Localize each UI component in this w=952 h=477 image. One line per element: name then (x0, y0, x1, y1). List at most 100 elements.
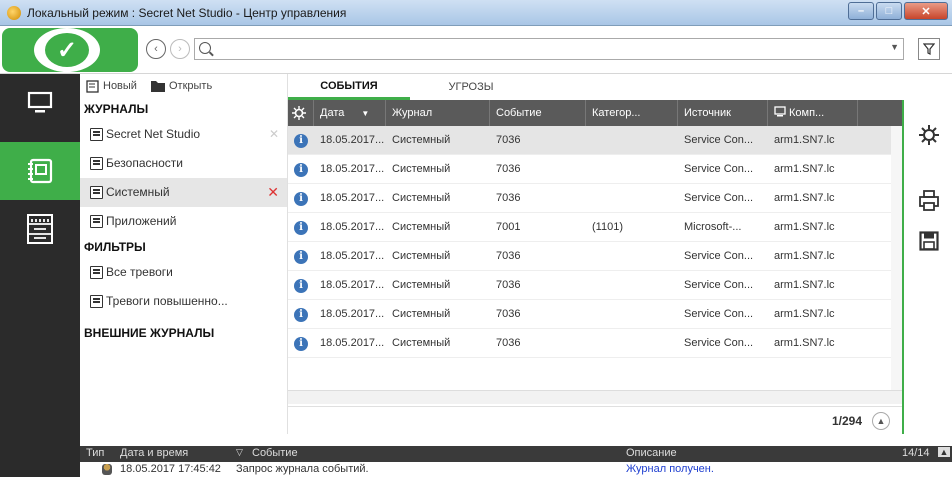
col-description[interactable]: Описание (626, 447, 677, 459)
info-cell: i (288, 329, 314, 358)
table-row[interactable]: i 18.05.2017... Системный 7036 Service Con..… (288, 329, 902, 358)
cell-event: 7036 (496, 279, 521, 291)
log-icon (90, 215, 103, 228)
filter-item-all-alerts[interactable]: Все тревоги (80, 258, 287, 287)
scroll-up-button[interactable]: ▲ (872, 412, 890, 430)
bottom-log-row[interactable]: 18.05.2017 17:45:42 Запрос журнала событ… (80, 462, 952, 477)
journal-item-applications[interactable]: Приложений (80, 207, 287, 236)
table-row[interactable]: i 18.05.2017... Системный 7036 Service Con..… (288, 300, 902, 329)
cell-source: Service Con... (684, 163, 754, 175)
cell-journal: Системный (392, 308, 451, 320)
col-event[interactable]: Событие (252, 447, 298, 459)
nav-journals[interactable] (0, 142, 80, 200)
open-button[interactable]: Открыть (150, 80, 213, 92)
info-icon: i (294, 162, 308, 177)
filter-button[interactable] (918, 38, 940, 60)
gear-icon (292, 106, 306, 120)
new-journal-icon (86, 79, 99, 93)
print-button[interactable] (916, 188, 942, 214)
cell-source: Service Con... (684, 192, 754, 204)
maximize-button[interactable]: □ (876, 2, 902, 20)
scroll-up-button[interactable]: ▲ (938, 447, 950, 457)
journals-header: ЖУРНАЛЫ (84, 102, 149, 116)
close-icon[interactable]: ✕ (269, 120, 279, 149)
filter-icon[interactable]: ▽ (236, 447, 243, 458)
info-icon: i (294, 336, 308, 351)
info-icon: i (294, 191, 308, 206)
toolbar: ✓ ‹ › ▼ (0, 26, 952, 74)
col-datetime[interactable]: Дата и время (120, 447, 188, 459)
save-button[interactable] (916, 228, 942, 254)
filter-item-high-alerts[interactable]: Тревоги повышенно... (80, 287, 287, 316)
tab-events[interactable]: СОБЫТИЯ (288, 74, 410, 100)
back-button[interactable]: ‹ (146, 39, 166, 59)
journal-item-system[interactable]: Системный ✕ (80, 178, 287, 207)
log-icon (90, 295, 103, 308)
cell-computer: arm1.SN7.lc (774, 279, 835, 291)
column-category[interactable]: Категор... (586, 100, 678, 126)
info-cell: i (288, 155, 314, 184)
filters-header: ФИЛЬТРЫ (84, 240, 146, 254)
column-event[interactable]: Событие (490, 100, 586, 126)
minimize-button[interactable]: – (848, 2, 874, 20)
nav-settings-panels[interactable] (0, 200, 80, 258)
table-row[interactable]: i 18.05.2017... Системный 7036 Service Con..… (288, 184, 902, 213)
user-icon (102, 464, 112, 475)
journal-item-secret-net-studio[interactable]: Secret Net Studio ✕ (80, 120, 287, 149)
table-row[interactable]: i 18.05.2017... Системный 7036 Service Con..… (288, 242, 902, 271)
column-date-label: Дата (320, 107, 345, 119)
settings-button[interactable] (916, 122, 942, 148)
table-row[interactable]: i 18.05.2017... Системный 7036 Service Con..… (288, 155, 902, 184)
status-circle[interactable]: ✓ (34, 28, 100, 72)
cell-source: Service Con... (684, 308, 754, 320)
gear-icon (919, 125, 939, 145)
search-dropdown-icon[interactable]: ▼ (890, 42, 899, 52)
info-cell: i (288, 184, 314, 213)
close-icon[interactable]: ✕ (267, 178, 279, 207)
vertical-scrollbar[interactable] (891, 126, 902, 390)
new-button[interactable]: Новый (86, 79, 137, 93)
checkmark-icon: ✓ (45, 33, 89, 67)
cell-source: Service Con... (684, 134, 754, 146)
column-date[interactable]: Дата ▼ (314, 100, 386, 126)
cell-computer: arm1.SN7.lc (774, 250, 835, 262)
info-icon: i (294, 249, 308, 264)
cell-computer: arm1.SN7.lc (774, 308, 835, 320)
info-icon: i (294, 278, 308, 293)
col-type[interactable]: Тип (86, 447, 104, 459)
grid-body: i 18.05.2017... Системный 7036 Service Con..… (288, 126, 902, 358)
search-box[interactable]: ▼ (194, 38, 904, 60)
cell-category (586, 126, 678, 155)
journal-item-security[interactable]: Безопасности (80, 149, 287, 178)
info-icon: i (294, 307, 308, 322)
log-count: 14/14 (902, 447, 930, 459)
cell-date: 18.05.2017... (320, 134, 385, 146)
column-settings-button[interactable] (288, 100, 314, 126)
column-computer[interactable]: Комп... (768, 100, 858, 126)
search-input[interactable] (217, 39, 877, 59)
window-title: Локальный режим : Secret Net Studio - Це… (27, 5, 347, 20)
panels-icon (27, 214, 53, 244)
cell-computer: arm1.SN7.lc (774, 337, 835, 349)
tab-threats[interactable]: УГРОЗЫ (410, 74, 532, 100)
close-window-button[interactable]: ✕ (904, 2, 948, 20)
cell-date: 18.05.2017... (320, 163, 385, 175)
table-row[interactable]: i 18.05.2017... Системный 7001 (1101) Microso… (288, 213, 902, 242)
cell-computer: arm1.SN7.lc (774, 192, 835, 204)
cell-source: Service Con... (684, 250, 754, 262)
filter-label: Тревоги повышенно... (106, 294, 228, 308)
forward-button[interactable]: › (170, 39, 190, 59)
column-source[interactable]: Источник (678, 100, 768, 126)
printer-icon (919, 190, 939, 211)
column-journal[interactable]: Журнал (386, 100, 490, 126)
cell-journal: Системный (392, 163, 451, 175)
cell-journal: Системный (392, 279, 451, 291)
open-label: Открыть (168, 80, 213, 92)
info-icon: i (294, 133, 308, 148)
table-row[interactable]: i 18.05.2017... Системный 7036 Service Con..… (288, 126, 902, 155)
horizontal-scrollbar[interactable] (288, 390, 902, 404)
nav-computers[interactable] (0, 74, 80, 132)
cell-event: 7036 (496, 308, 521, 320)
table-row[interactable]: i 18.05.2017... Системный 7036 Service Con..… (288, 271, 902, 300)
cell-date: 18.05.2017... (320, 308, 385, 320)
